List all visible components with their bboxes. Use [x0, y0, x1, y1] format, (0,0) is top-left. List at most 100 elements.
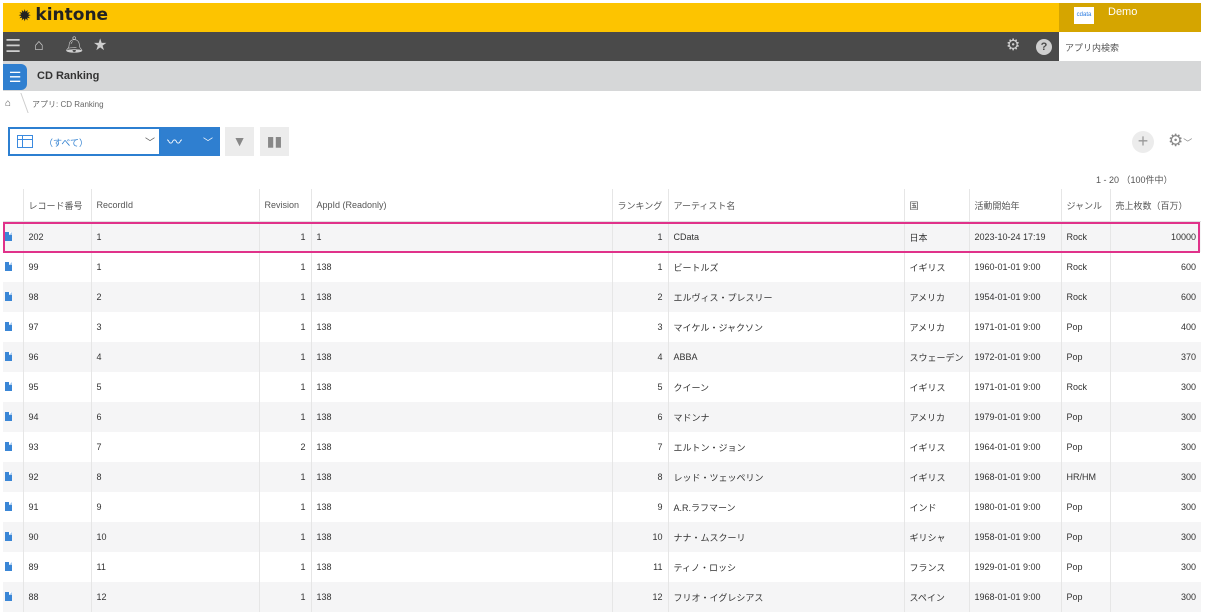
table-row[interactable]: 94611386マドンナアメリカ1979-01-01 9:00Pop300	[3, 402, 1201, 432]
document-icon[interactable]	[5, 532, 12, 541]
user-menu[interactable]: cdata Demo	[1059, 3, 1201, 32]
record-detail-icon-cell[interactable]	[3, 312, 23, 342]
record-detail-icon-cell[interactable]	[3, 222, 23, 253]
breadcrumb-home-icon[interactable]: ⌂	[5, 98, 11, 109]
table-cell: フランス	[904, 552, 969, 582]
column-header[interactable]: 売上枚数（百万）	[1110, 189, 1201, 222]
table-cell: 138	[311, 432, 612, 462]
graph-view-button[interactable]: 〰 ﹀	[161, 127, 220, 156]
table-cell: 2023-10-24 17:19	[969, 222, 1061, 253]
home-icon[interactable]: ⌂	[34, 37, 44, 55]
table-cell: 1	[91, 252, 259, 282]
add-record-button[interactable]: +	[1132, 131, 1154, 153]
table-cell: 日本	[904, 222, 969, 253]
table-row[interactable]: 99111381ビートルズイギリス1960-01-01 9:00Rock600	[3, 252, 1201, 282]
menu-icon[interactable]: ☰	[5, 37, 21, 55]
app-list-icon[interactable]: ☰	[3, 64, 27, 90]
top-header	[3, 3, 1059, 32]
table-row[interactable]: 93721387エルトン・ジョンイギリス1964-01-01 9:00Pop30…	[3, 432, 1201, 462]
column-header[interactable]: RecordId	[91, 189, 259, 222]
plus-icon: +	[1138, 131, 1149, 151]
table-row[interactable]: 8911113811ティノ・ロッシフランス1929-01-01 9:00Pop3…	[3, 552, 1201, 582]
document-icon[interactable]	[5, 412, 12, 421]
column-header[interactable]: 活動開始年	[969, 189, 1061, 222]
table-cell: 92	[23, 462, 91, 492]
table-cell: 12	[91, 582, 259, 612]
table-cell: Pop	[1061, 342, 1110, 372]
table-cell: 9	[612, 492, 668, 522]
table-row[interactable]: 95511385クイーンイギリス1971-01-01 9:00Rock300	[3, 372, 1201, 402]
record-table: レコード番号 RecordId Revision AppId (Readonly…	[3, 189, 1201, 612]
table-cell: レッド・ツェッペリン	[668, 462, 904, 492]
record-detail-icon-cell[interactable]	[3, 402, 23, 432]
table-cell: 300	[1110, 462, 1201, 492]
table-cell: 3	[612, 312, 668, 342]
table-row[interactable]: 97311383マイケル・ジャクソンアメリカ1971-01-01 9:00Pop…	[3, 312, 1201, 342]
app-title[interactable]: CD Ranking	[37, 70, 99, 82]
document-icon[interactable]	[5, 442, 12, 451]
table-cell: 88	[23, 582, 91, 612]
record-detail-icon-cell[interactable]	[3, 582, 23, 612]
document-icon[interactable]	[5, 472, 12, 481]
filter-button[interactable]: ▼	[225, 127, 254, 156]
app-search-field[interactable]: アプリ内検索	[1059, 32, 1201, 62]
table-cell: 1971-01-01 9:00	[969, 312, 1061, 342]
kintone-logo[interactable]: ✹ kintone	[18, 5, 108, 25]
record-detail-icon-cell[interactable]	[3, 552, 23, 582]
table-cell: Pop	[1061, 552, 1110, 582]
document-icon[interactable]	[5, 562, 12, 571]
chart-button[interactable]: ▮▮	[260, 127, 289, 156]
table-cell: 11	[91, 552, 259, 582]
record-detail-icon-cell[interactable]	[3, 342, 23, 372]
table-row[interactable]: 91911389A.R.ラフマーンインド1980-01-01 9:00Pop30…	[3, 492, 1201, 522]
user-badge: cdata	[1074, 7, 1094, 24]
funnel-icon: ▼	[233, 133, 247, 149]
table-row[interactable]: 8812113812フリオ・イグレシアススペイン1968-01-01 9:00P…	[3, 582, 1201, 612]
table-cell: 5	[91, 372, 259, 402]
column-header[interactable]: ランキング	[612, 189, 668, 222]
document-icon[interactable]	[5, 322, 12, 331]
column-header[interactable]: ジャンル	[1061, 189, 1110, 222]
table-cell: 4	[612, 342, 668, 372]
table-row[interactable]: 9010113810ナナ・ムスクーリギリシャ1958-01-01 9:00Pop…	[3, 522, 1201, 552]
document-icon[interactable]	[5, 292, 12, 301]
table-cell: 600	[1110, 252, 1201, 282]
table-row[interactable]: 92811388レッド・ツェッペリンイギリス1968-01-01 9:00HR/…	[3, 462, 1201, 492]
table-cell: 1929-01-01 9:00	[969, 552, 1061, 582]
table-row[interactable]: 96411384ABBAスウェーデン1972-01-01 9:00Pop370	[3, 342, 1201, 372]
record-detail-icon-cell[interactable]	[3, 252, 23, 282]
record-detail-icon-cell[interactable]	[3, 492, 23, 522]
record-detail-icon-cell[interactable]	[3, 462, 23, 492]
table-cell: 6	[612, 402, 668, 432]
document-icon[interactable]	[5, 592, 12, 601]
bell-icon[interactable]: 🔔︎	[64, 37, 84, 55]
bar-chart-icon: ▮▮	[267, 133, 282, 149]
record-detail-icon-cell[interactable]	[3, 432, 23, 462]
record-detail-icon-cell[interactable]	[3, 522, 23, 552]
view-selector[interactable]: （すべて） ﹀	[8, 127, 161, 156]
record-detail-icon-cell[interactable]	[3, 282, 23, 312]
table-row[interactable]: 2021111CData日本2023-10-24 17:19Rock10000	[3, 222, 1201, 253]
help-icon[interactable]: ?	[1036, 39, 1052, 55]
table-row[interactable]: 98211382エルヴィス・プレスリーアメリカ1954-01-01 9:00Ro…	[3, 282, 1201, 312]
table-cell: 600	[1110, 282, 1201, 312]
column-header[interactable]: レコード番号	[23, 189, 91, 222]
document-icon[interactable]	[5, 262, 12, 271]
document-icon[interactable]	[5, 382, 12, 391]
document-icon[interactable]	[5, 502, 12, 511]
document-icon[interactable]	[5, 352, 12, 361]
table-cell: マイケル・ジャクソン	[668, 312, 904, 342]
record-detail-icon-cell[interactable]	[3, 372, 23, 402]
column-header[interactable]: アーティスト名	[668, 189, 904, 222]
column-header[interactable]: 国	[904, 189, 969, 222]
table-cell: 1	[259, 312, 311, 342]
gear-icon[interactable]: ⚙	[1006, 37, 1020, 55]
star-icon[interactable]: ★	[93, 37, 107, 55]
breadcrumb[interactable]: アプリ: CD Ranking	[32, 99, 104, 110]
document-icon[interactable]	[5, 232, 12, 241]
settings-menu-button[interactable]: ⚙﹀	[1168, 131, 1192, 151]
column-header[interactable]: AppId (Readonly)	[311, 189, 612, 222]
table-cell: 5	[612, 372, 668, 402]
column-header[interactable]: Revision	[259, 189, 311, 222]
chevron-down-icon: ﹀	[145, 134, 155, 149]
